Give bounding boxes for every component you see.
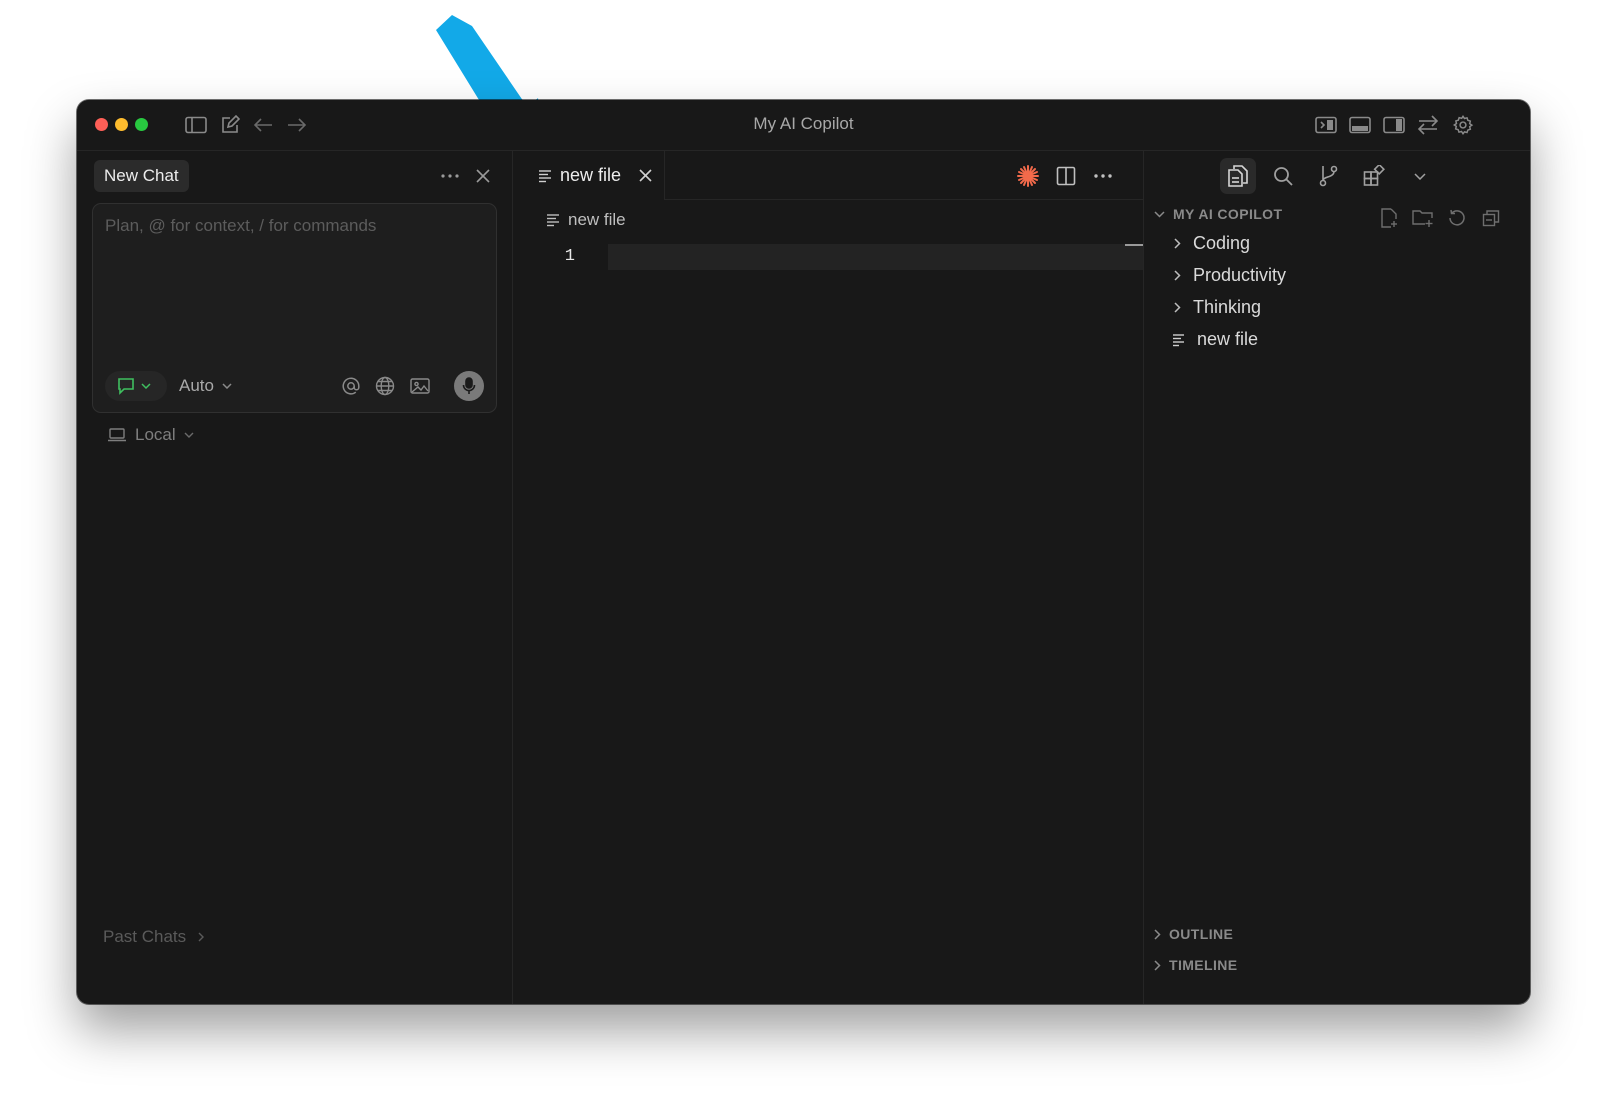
- chat-more-icon[interactable]: [437, 163, 463, 189]
- panel-right-icon[interactable]: [1382, 113, 1406, 137]
- maximize-window-button[interactable]: [135, 118, 148, 131]
- chat-input[interactable]: [93, 204, 496, 354]
- chat-bubble-icon: [118, 378, 134, 395]
- microphone-button[interactable]: [454, 371, 484, 401]
- tree-item-label: Thinking: [1193, 297, 1262, 317]
- line-number: 1: [564, 247, 575, 266]
- chevron-right-icon: [1174, 270, 1181, 281]
- tree-item-label: Productivity: [1193, 265, 1287, 285]
- image-icon[interactable]: [408, 374, 432, 398]
- minimap-marker: [1125, 244, 1143, 246]
- app-window: My AI Copilot New Chat Plan, @ for conte…: [77, 100, 1530, 1004]
- text-file-icon: [547, 214, 559, 227]
- close-window-button[interactable]: [95, 118, 108, 131]
- chat-tab[interactable]: New Chat: [94, 160, 189, 192]
- chevron-right-icon: [1154, 959, 1161, 971]
- current-line-highlight[interactable]: [608, 244, 1143, 270]
- more-icon[interactable]: [1090, 163, 1116, 189]
- chevron-right-icon: [1154, 928, 1161, 940]
- sidebar-toggle-icon[interactable]: [184, 113, 208, 137]
- chevron-right-icon: [1174, 302, 1181, 313]
- editor-tab-label: new file: [560, 165, 622, 185]
- mode-selector-button[interactable]: [105, 371, 167, 401]
- chat-composer: Auto: [92, 203, 497, 413]
- chevron-down-icon: [1154, 210, 1165, 218]
- chevron-down-icon: [222, 383, 232, 389]
- tree-item-coding[interactable]: Coding: [1174, 233, 1250, 254]
- gear-icon[interactable]: [1451, 113, 1475, 137]
- past-chats-label: Past Chats: [103, 927, 187, 946]
- chat-tab-label: New Chat: [104, 166, 179, 185]
- arrow-right-icon[interactable]: [285, 113, 309, 137]
- tree-item-label: new file: [1197, 329, 1259, 349]
- minimize-window-button[interactable]: [115, 118, 128, 131]
- globe-icon[interactable]: [373, 374, 397, 398]
- chat-pane: New Chat Auto: [77, 151, 513, 1004]
- chevron-down-icon: [141, 383, 151, 389]
- swap-icon[interactable]: [1416, 113, 1440, 137]
- editor-tab-new-file[interactable]: new file: [513, 151, 665, 200]
- split-editor-icon[interactable]: [1053, 163, 1079, 189]
- at-icon[interactable]: [339, 374, 363, 398]
- chevron-down-icon: [184, 432, 194, 438]
- timeline-section-header[interactable]: TIMELINE: [1154, 957, 1238, 973]
- editor-pane: new file new file 1: [513, 151, 1144, 1004]
- chevron-right-icon: [198, 932, 205, 942]
- panel-bottom-icon[interactable]: [1348, 113, 1372, 137]
- text-file-icon: [1173, 333, 1184, 346]
- new-file-icon[interactable]: [1376, 205, 1402, 231]
- breadcrumb-label: new file: [568, 210, 626, 229]
- collapse-all-icon[interactable]: [1478, 205, 1504, 231]
- arrow-left-icon[interactable]: [251, 113, 275, 137]
- environment-label: Local: [135, 425, 176, 444]
- laptop-icon: [108, 428, 126, 442]
- search-icon[interactable]: [1265, 158, 1301, 194]
- chat-close-icon[interactable]: [470, 163, 496, 189]
- past-chats-link[interactable]: Past Chats: [103, 927, 205, 947]
- model-label: Auto: [179, 376, 214, 395]
- microphone-icon: [462, 377, 476, 394]
- compose-icon[interactable]: [218, 113, 242, 137]
- tree-item-thinking[interactable]: Thinking: [1174, 297, 1261, 318]
- chevron-right-icon: [1174, 238, 1181, 249]
- tree-item-label: Coding: [1193, 233, 1251, 253]
- timeline-label: TIMELINE: [1169, 957, 1238, 973]
- extensions-icon[interactable]: [1356, 158, 1392, 194]
- source-control-icon[interactable]: [1311, 158, 1347, 194]
- files-icon[interactable]: [1220, 158, 1256, 194]
- editor-tab-bar: new file: [513, 151, 1143, 200]
- tree-item-productivity[interactable]: Productivity: [1174, 265, 1286, 286]
- sparkle-icon[interactable]: [1015, 163, 1041, 189]
- text-file-icon: [539, 169, 551, 182]
- outline-section-header[interactable]: OUTLINE: [1154, 926, 1233, 942]
- title-bar: My AI Copilot: [77, 100, 1530, 151]
- environment-selector[interactable]: Local: [107, 425, 194, 445]
- explorer-section-header[interactable]: MY AI COPILOT: [1154, 206, 1282, 222]
- close-tab-icon[interactable]: [639, 169, 652, 182]
- chevron-down-icon[interactable]: [1402, 158, 1438, 194]
- model-selector-button[interactable]: Auto: [179, 372, 232, 400]
- new-folder-icon[interactable]: [1410, 205, 1436, 231]
- panel-left-icon[interactable]: [1314, 113, 1338, 137]
- explorer-section-title: MY AI COPILOT: [1173, 206, 1283, 222]
- breadcrumb[interactable]: new file: [546, 210, 626, 230]
- refresh-icon[interactable]: [1444, 205, 1470, 231]
- outline-label: OUTLINE: [1169, 926, 1234, 942]
- tree-item-new-file[interactable]: new file: [1172, 329, 1258, 350]
- explorer-pane: MY AI COPILOT Coding Productivity Thinki…: [1144, 151, 1530, 1004]
